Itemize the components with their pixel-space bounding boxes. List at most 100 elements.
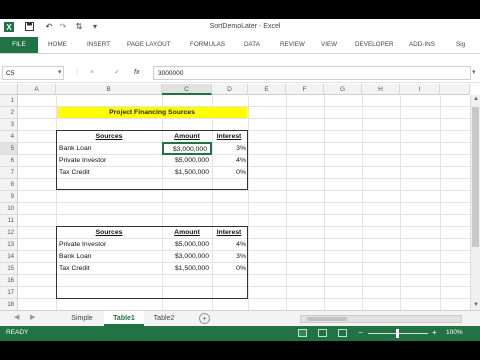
table1-interest-cell[interactable]: 3% [212,143,246,155]
row-header-2[interactable]: 2 [0,107,18,119]
tab-insert[interactable]: INSERT [87,41,110,48]
row-header-17[interactable]: 17 [0,287,18,299]
row-header-7[interactable]: 7 [0,167,18,179]
scroll-up-icon[interactable]: ▲ [472,95,480,103]
cancel-icon[interactable]: × [90,66,94,80]
table1-source-cell[interactable]: Tax Credit [59,167,159,179]
row-header-12[interactable]: 12 [0,227,18,239]
name-box-dropdown-icon[interactable]: ▾ [58,66,62,80]
customize-toolbar-icon[interactable]: ▾ [90,22,100,32]
table2-amount-cell[interactable]: $3,000,000 [162,251,209,263]
redo-icon[interactable]: ↷ [58,22,68,32]
worksheet-grid[interactable]: A B C D E F G H I 1 2 3 4 5 6 7 8 9 10 1… [0,84,470,311]
row-header-10[interactable]: 10 [0,203,18,215]
row-header-6[interactable]: 6 [0,155,18,167]
title-banner[interactable]: Project Financing Sources [57,107,247,118]
column-header-d[interactable]: D [212,84,248,95]
name-box[interactable]: C5 [2,66,64,80]
table2-header-amount[interactable]: Amount [164,227,210,239]
table1-source-cell[interactable]: Bank Loan [59,143,159,155]
gridline [18,190,470,191]
tab-formulas[interactable]: FORMULAS [190,41,225,48]
table1-amount-cell[interactable]: $5,000,000 [162,155,209,167]
table2-header-sources[interactable]: Sources [58,227,160,239]
insert-function-button[interactable]: fx [134,66,139,80]
table2-header-interest[interactable]: Interest [212,227,246,239]
svg-text:X: X [6,23,12,32]
sort-icon[interactable]: ⇅ [74,22,84,32]
sheet-tab-simple[interactable]: Simple [64,311,100,326]
page-break-view-icon[interactable] [338,329,347,337]
table1-header-interest[interactable]: Interest [212,131,246,143]
scroll-tabs-left-icon[interactable]: ◀ [14,313,19,321]
table2-amount-cell[interactable]: $5,000,000 [162,239,209,251]
table1-interest-cell[interactable]: 4% [212,155,246,167]
row-header-9[interactable]: 9 [0,191,18,203]
table2-amount-cell[interactable]: $1,500,000 [162,263,209,275]
table2-source-cell[interactable]: Private Investor [59,239,159,251]
sheet-tab-table2[interactable]: Table2 [146,311,182,326]
normal-view-icon[interactable] [298,329,307,337]
column-header-h[interactable]: H [362,84,400,95]
sheet-tab-table1[interactable]: Table1 [104,311,144,326]
column-header-g[interactable]: G [324,84,362,95]
row-header-13[interactable]: 13 [0,239,18,251]
column-header-c[interactable]: C [162,84,212,95]
column-header-f[interactable]: F [286,84,324,95]
row-header-5[interactable]: 5 [0,143,18,155]
enter-icon[interactable]: ✓ [114,66,120,80]
table2-source-cell[interactable]: Bank Loan [59,251,159,263]
zoom-level[interactable]: 100% [446,329,463,336]
horizontal-scrollbar-thumb[interactable] [307,317,347,321]
row-header-3[interactable]: 3 [0,119,18,131]
table1-amount-cell[interactable]: $1,500,000 [162,167,209,179]
excel-window: X ↶ ↷ ⇅ ▾ SortDemoLater - Excel FILE HOM… [0,19,480,341]
formula-input[interactable]: 3000000 [153,66,471,80]
status-bar: READY − + 100% [0,326,480,341]
file-tab[interactable]: FILE [0,37,38,53]
column-header-a[interactable]: A [18,84,56,95]
zoom-slider-handle[interactable] [396,329,399,338]
vertical-scrollbar[interactable]: ▲ ▼ [470,95,480,310]
column-header-b[interactable]: B [56,84,162,95]
table1-source-cell[interactable]: Private Investor [59,155,159,167]
zoom-out-button[interactable]: − [358,328,363,337]
add-sheet-button[interactable]: + [199,313,210,324]
sign-in-link[interactable]: Sig [456,41,465,48]
column-header-i[interactable]: I [400,84,440,95]
zoom-in-button[interactable]: + [432,328,437,337]
tab-view[interactable]: VIEW [321,41,337,48]
tab-review[interactable]: REVIEW [280,41,305,48]
gridline [18,202,470,203]
column-header-e[interactable]: E [248,84,286,95]
column-header-j[interactable] [440,84,470,95]
select-all-corner[interactable] [0,84,18,95]
row-header-15[interactable]: 15 [0,263,18,275]
horizontal-scrollbar[interactable] [300,315,462,323]
row-header-11[interactable]: 11 [0,215,18,227]
row-header-8[interactable]: 8 [0,179,18,191]
selected-cell-c5[interactable]: $3,000,000 [162,142,212,155]
tab-developer[interactable]: DEVELOPER [355,41,394,48]
tab-home[interactable]: HOME [48,41,67,48]
scroll-tabs-right-icon[interactable]: ▶ [30,313,35,321]
tab-page-layout[interactable]: PAGE LAYOUT [127,41,171,48]
row-header-14[interactable]: 14 [0,251,18,263]
table1-header-sources[interactable]: Sources [58,131,160,143]
row-header-16[interactable]: 16 [0,275,18,287]
row-header-1[interactable]: 1 [0,95,18,107]
tab-add-ins[interactable]: ADD-INS [409,41,435,48]
scroll-down-icon[interactable]: ▼ [472,301,480,309]
table2-interest-cell[interactable]: 4% [212,239,246,251]
table2-interest-cell[interactable]: 3% [212,251,246,263]
table1-interest-cell[interactable]: 0% [212,167,246,179]
undo-icon[interactable]: ↶ [44,22,54,32]
table2-interest-cell[interactable]: 0% [212,263,246,275]
table2-source-cell[interactable]: Tax Credit [59,263,159,275]
expand-formula-bar-icon[interactable]: ▾ [472,66,476,80]
save-icon[interactable] [24,22,34,32]
scrollbar-thumb[interactable] [472,107,479,247]
page-layout-view-icon[interactable] [318,329,327,337]
row-header-4[interactable]: 4 [0,131,18,143]
tab-data[interactable]: DATA [244,41,260,48]
